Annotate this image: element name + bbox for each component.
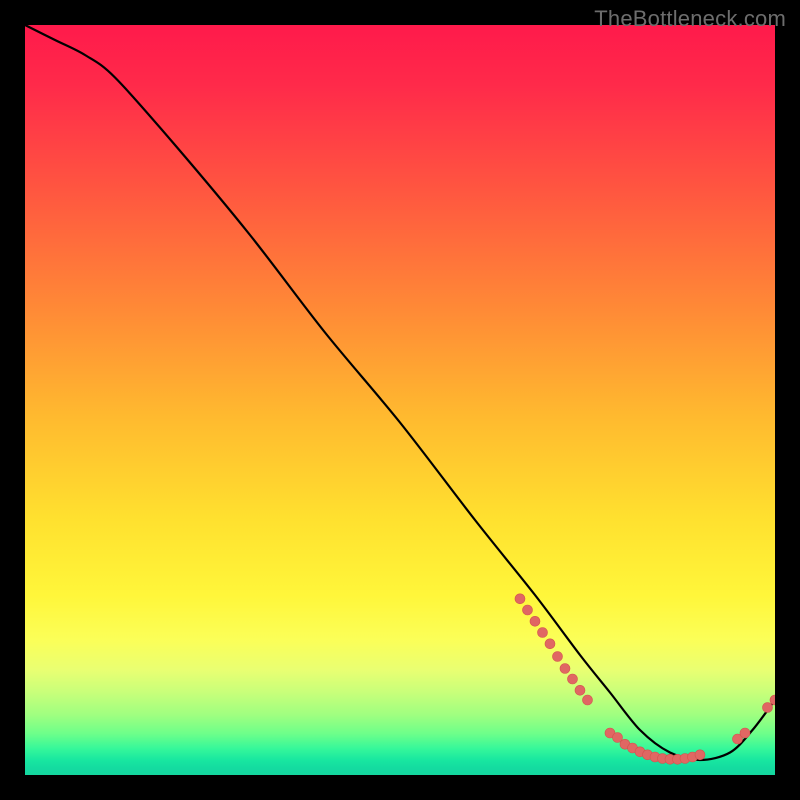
marker-dot xyxy=(575,685,585,695)
marker-dot xyxy=(538,628,548,638)
marker-dot xyxy=(568,674,578,684)
chart-frame: TheBottleneck.com xyxy=(0,0,800,800)
chart-overlay xyxy=(25,25,775,775)
marker-dot xyxy=(530,616,540,626)
marker-dot xyxy=(560,664,570,674)
bottleneck-curve xyxy=(25,25,775,760)
marker-dot xyxy=(515,594,525,604)
marker-dot xyxy=(553,652,563,662)
watermark-text: TheBottleneck.com xyxy=(594,6,786,32)
marker-dot xyxy=(545,639,555,649)
plot-area xyxy=(25,25,775,775)
marker-dot xyxy=(740,728,750,738)
marker-dot xyxy=(583,695,593,705)
marker-dot xyxy=(523,605,533,615)
marker-dot xyxy=(695,750,705,760)
marker-dot xyxy=(763,703,773,713)
